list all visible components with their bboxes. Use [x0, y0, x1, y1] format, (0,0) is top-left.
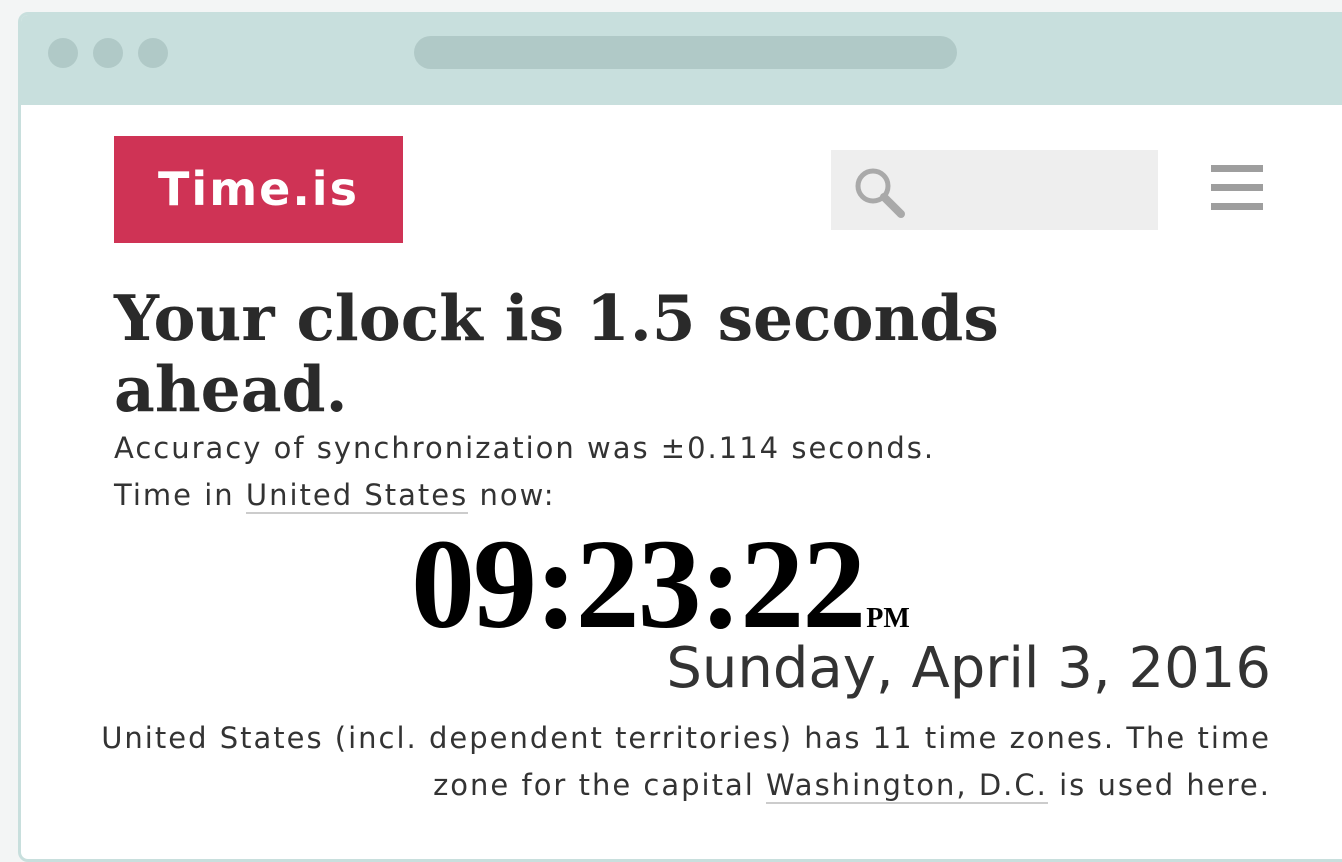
- browser-window: Time.is Your clock is 1.5 seconds ahead.…: [18, 12, 1342, 862]
- clock-time: 09:23:22: [411, 513, 866, 655]
- window-maximize-dot[interactable]: [138, 38, 168, 68]
- sync-accuracy-text: Accuracy of synchronization was ±0.114 s…: [114, 431, 936, 465]
- clock-offset-headline: Your clock is 1.5 seconds ahead.: [114, 281, 999, 426]
- timezone-note: United States (incl. dependent territori…: [91, 715, 1271, 809]
- country-link[interactable]: United States: [245, 478, 469, 514]
- current-date: Sunday, April 3, 2016: [666, 636, 1271, 701]
- search-input[interactable]: [911, 150, 1155, 232]
- hamburger-menu-icon[interactable]: [1211, 165, 1263, 213]
- window-close-dot[interactable]: [48, 38, 78, 68]
- search-icon[interactable]: [851, 164, 907, 220]
- clock-ampm: PM: [866, 603, 910, 634]
- site-logo[interactable]: Time.is: [114, 136, 403, 243]
- window-minimize-dot[interactable]: [93, 38, 123, 68]
- timezone-note-part2: is used here.: [1047, 768, 1271, 802]
- browser-titlebar: [21, 15, 1342, 105]
- time-in-prefix: Time in: [114, 478, 246, 512]
- address-bar[interactable]: [414, 36, 957, 69]
- search-box[interactable]: [831, 150, 1158, 232]
- time-in-suffix: now:: [468, 478, 556, 512]
- time-in-country-label: Time in United States now:: [114, 478, 556, 514]
- capital-link[interactable]: Washington, D.C.: [765, 768, 1048, 804]
